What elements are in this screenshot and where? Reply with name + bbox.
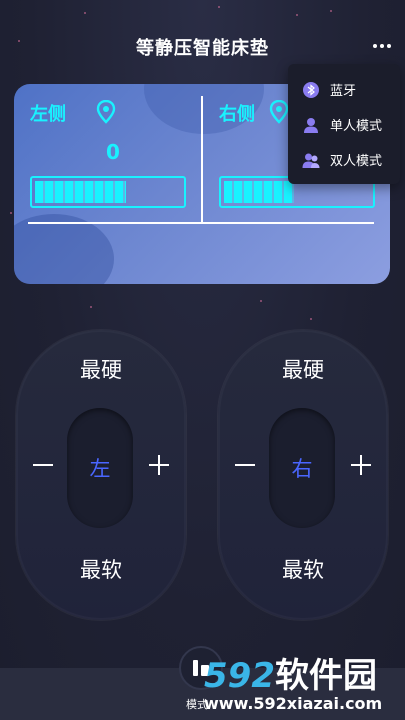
menu-item-label: 蓝牙 [330,84,357,99]
left-pressure-bar [30,176,186,208]
vertical-divider [201,96,203,222]
watermark-logo: 592软件园 www.592xiazai.com [204,648,404,718]
menu-item-single-mode[interactable]: 单人模式 [288,107,400,142]
star-decoration [90,306,92,308]
two-users-icon [302,151,320,169]
location-pin-icon [269,100,289,124]
single-user-icon [302,116,320,134]
left-increase-button[interactable] [144,450,174,480]
menu-item-bluetooth[interactable]: 蓝牙 [288,72,400,107]
star-decoration [310,318,312,320]
right-increase-button[interactable] [346,450,376,480]
bluetooth-icon [302,81,320,99]
right-side-label: 右侧 [219,104,255,125]
watermark-text: 软件园 [274,656,377,696]
more-dot-icon [387,44,391,48]
right-side-knob[interactable]: 右 [269,408,335,528]
watermark-title: 592软件园 [204,648,377,697]
horizontal-divider [28,222,374,224]
left-hardest-label[interactable]: 最硬 [16,354,186,384]
left-side-text: 左 [89,457,111,481]
watermark-number: 592 [204,656,275,696]
left-side-knob[interactable]: 左 [67,408,133,528]
left-decrease-button[interactable] [28,450,58,480]
decor-blob [14,214,114,284]
menu-item-double-mode[interactable]: 双人模式 [288,142,400,177]
page-title: 等静压智能床垫 [136,38,269,59]
left-softest-label[interactable]: 最软 [16,554,186,584]
location-pin-icon [96,100,116,124]
status-left: 左侧 0 [28,98,198,218]
watermark-url: www.592xiazai.com [204,694,383,713]
more-dot-icon [380,44,384,48]
menu-item-label: 单人模式 [330,119,383,134]
right-hardest-label[interactable]: 最硬 [218,354,388,384]
menu-item-label: 双人模式 [330,154,383,169]
left-pressure-value: 0 [106,140,120,164]
right-firmness-control: 最硬 右 最软 [218,330,388,620]
right-side-text: 右 [291,457,313,481]
right-softest-label[interactable]: 最软 [218,554,388,584]
left-side-label: 左侧 [30,104,66,125]
star-decoration [260,300,262,302]
right-pressure-fill [224,181,295,203]
more-menu-button[interactable] [370,38,394,54]
dropdown-menu: 蓝牙 单人模式 双人模式 [288,64,400,184]
star-decoration [10,212,12,214]
more-dot-icon [373,44,377,48]
left-firmness-control: 最硬 左 最软 [16,330,186,620]
right-decrease-button[interactable] [230,450,260,480]
left-pressure-fill [35,181,126,203]
